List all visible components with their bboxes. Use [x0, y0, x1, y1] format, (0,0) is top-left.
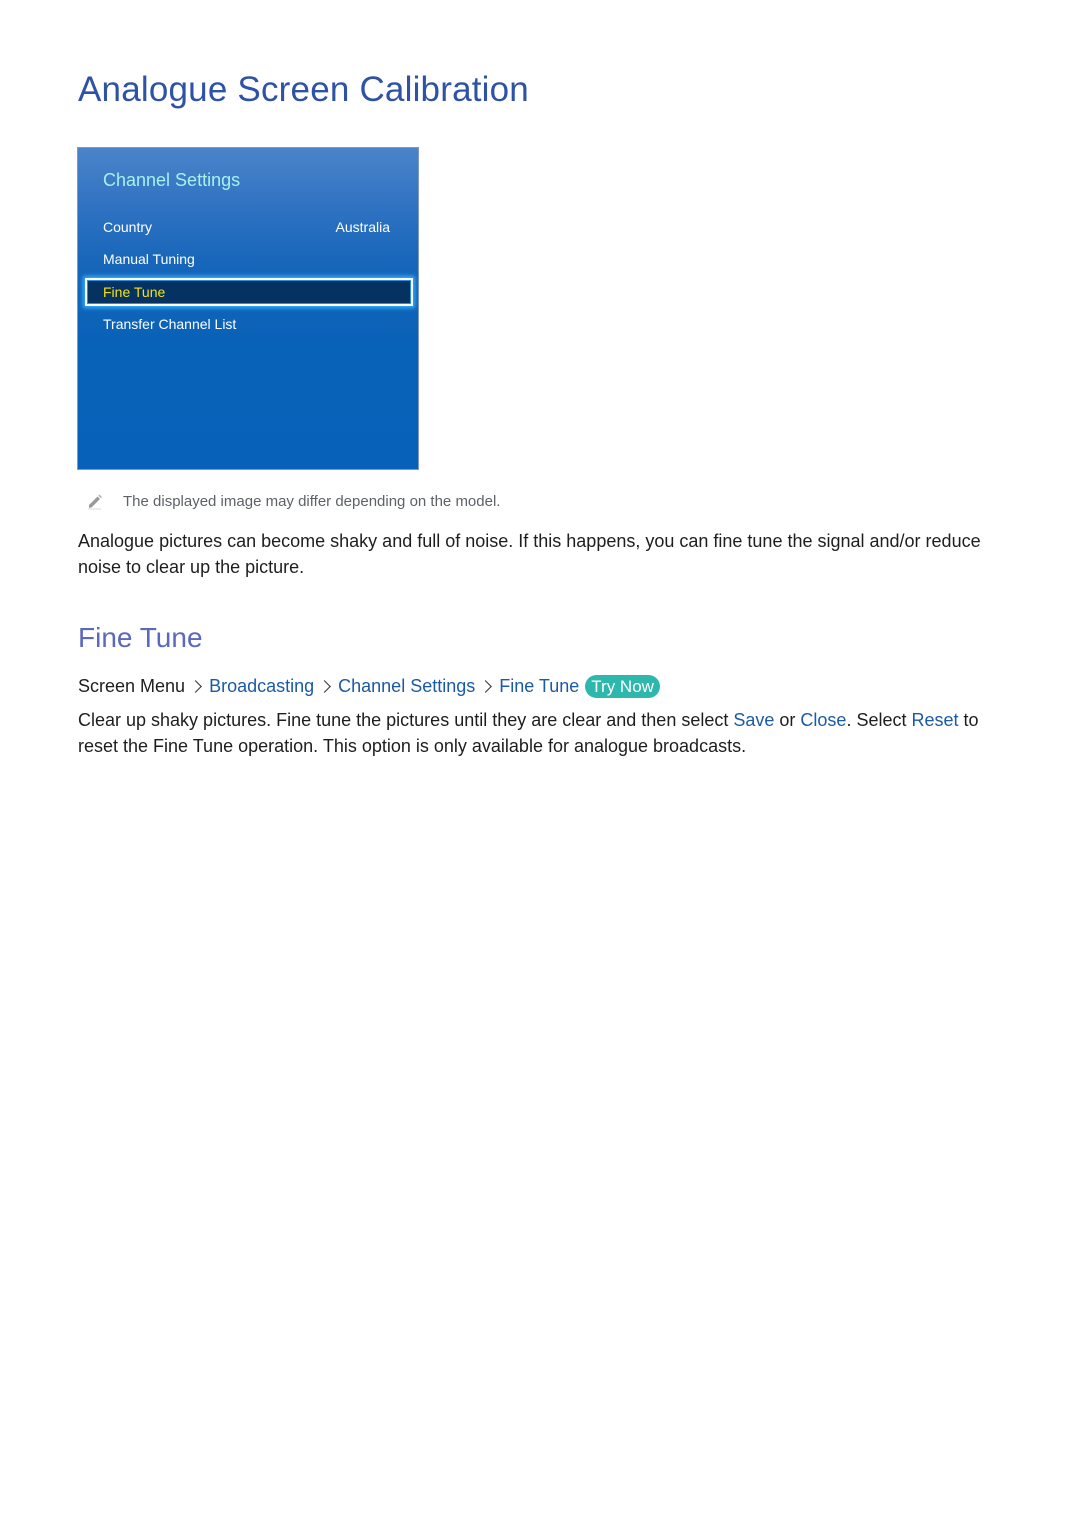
- tv-menu-item-manual-tuning: Manual Tuning: [103, 251, 390, 267]
- page-title: Analogue Screen Calibration: [78, 70, 529, 109]
- channel-settings-screenshot: Channel Settings Country Australia Manua…: [77, 147, 419, 470]
- tv-menu-item-country: Country Australia: [103, 219, 390, 235]
- tv-menu-item-label: Transfer Channel List: [103, 316, 237, 332]
- tv-menu-title: Channel Settings: [103, 170, 241, 190]
- tv-menu-item-fine-tune-selected: Fine Tune: [85, 278, 413, 306]
- note: The displayed image may differ depending…: [86, 492, 500, 510]
- close-link[interactable]: Close: [800, 710, 846, 730]
- save-link[interactable]: Save: [733, 710, 774, 730]
- tv-menu-item-value: Australia: [335, 219, 390, 235]
- note-text: The displayed image may differ depending…: [123, 492, 501, 510]
- try-now-button[interactable]: Try Now: [585, 675, 660, 698]
- reset-link[interactable]: Reset: [911, 710, 958, 730]
- tv-menu-item-label: Country: [103, 219, 153, 235]
- breadcrumb-fine-tune[interactable]: Fine Tune: [499, 676, 579, 697]
- tv-menu-item-label: Manual Tuning: [103, 251, 195, 267]
- pencil-icon: [88, 494, 102, 510]
- tv-menu-item-label: Fine Tune: [103, 284, 166, 300]
- breadcrumb-screen-menu: Screen Menu: [78, 676, 186, 696]
- breadcrumb-broadcasting[interactable]: Broadcasting: [209, 676, 314, 697]
- description-text: . Select: [846, 710, 912, 730]
- breadcrumb-channel-settings[interactable]: Channel Settings: [338, 676, 475, 697]
- description-text: or: [774, 710, 801, 730]
- chevron-right-icon: [479, 680, 493, 693]
- section-heading: Fine Tune: [78, 622, 203, 653]
- tv-menu-item-transfer-channel-list: Transfer Channel List: [103, 316, 390, 332]
- chevron-right-icon: [189, 680, 202, 693]
- fine-tune-description: Clear up shaky pictures. Fine tune the p…: [78, 707, 998, 759]
- chevron-right-icon: [318, 680, 332, 693]
- description-text: Clear up shaky pictures. Fine tune the p…: [78, 710, 734, 730]
- intro-paragraph: Analogue pictures can become shaky and f…: [78, 531, 981, 577]
- breadcrumb: Screen Menu Broadcasting Channel Setting…: [78, 675, 660, 698]
